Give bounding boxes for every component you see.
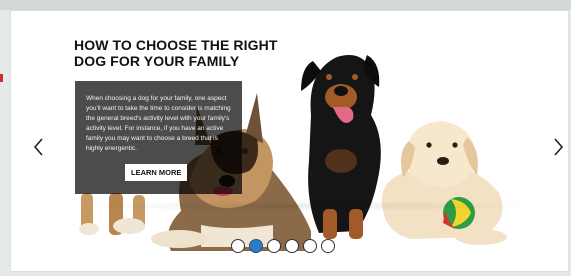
text-overlay-box: When choosing a dog for your family, one… (75, 81, 242, 194)
carousel-dot-1[interactable] (231, 239, 245, 253)
carousel-dot-2[interactable] (249, 239, 263, 253)
carousel-dot-5[interactable] (303, 239, 317, 253)
carousel-next-button[interactable] (549, 135, 567, 159)
top-bar (0, 0, 571, 10)
golden-puppy-image (381, 121, 507, 245)
chevron-left-icon (33, 138, 43, 156)
carousel-prev-button[interactable] (30, 135, 48, 159)
carousel-pagination (231, 239, 335, 253)
headline-line-1: HOW TO CHOOSE THE RIGHT (74, 37, 278, 53)
carousel-frame: HOW TO CHOOSE THE RIGHT DOG FOR YOUR FAM… (10, 10, 569, 272)
puppy-left-image (79, 193, 145, 235)
edge-marker (0, 74, 3, 82)
carousel-dot-4[interactable] (285, 239, 299, 253)
rottweiler-image (301, 55, 381, 239)
banner-headline: HOW TO CHOOSE THE RIGHT DOG FOR YOUR FAM… (74, 37, 278, 69)
chevron-right-icon (554, 138, 564, 156)
learn-more-button[interactable]: LEARN MORE (125, 164, 188, 181)
banner-body-text: When choosing a dog for your family, one… (86, 95, 231, 152)
carousel-dot-6[interactable] (321, 239, 335, 253)
carousel-dot-3[interactable] (267, 239, 281, 253)
headline-line-2: DOG FOR YOUR FAMILY (74, 52, 240, 69)
ground-shadow (69, 201, 539, 211)
